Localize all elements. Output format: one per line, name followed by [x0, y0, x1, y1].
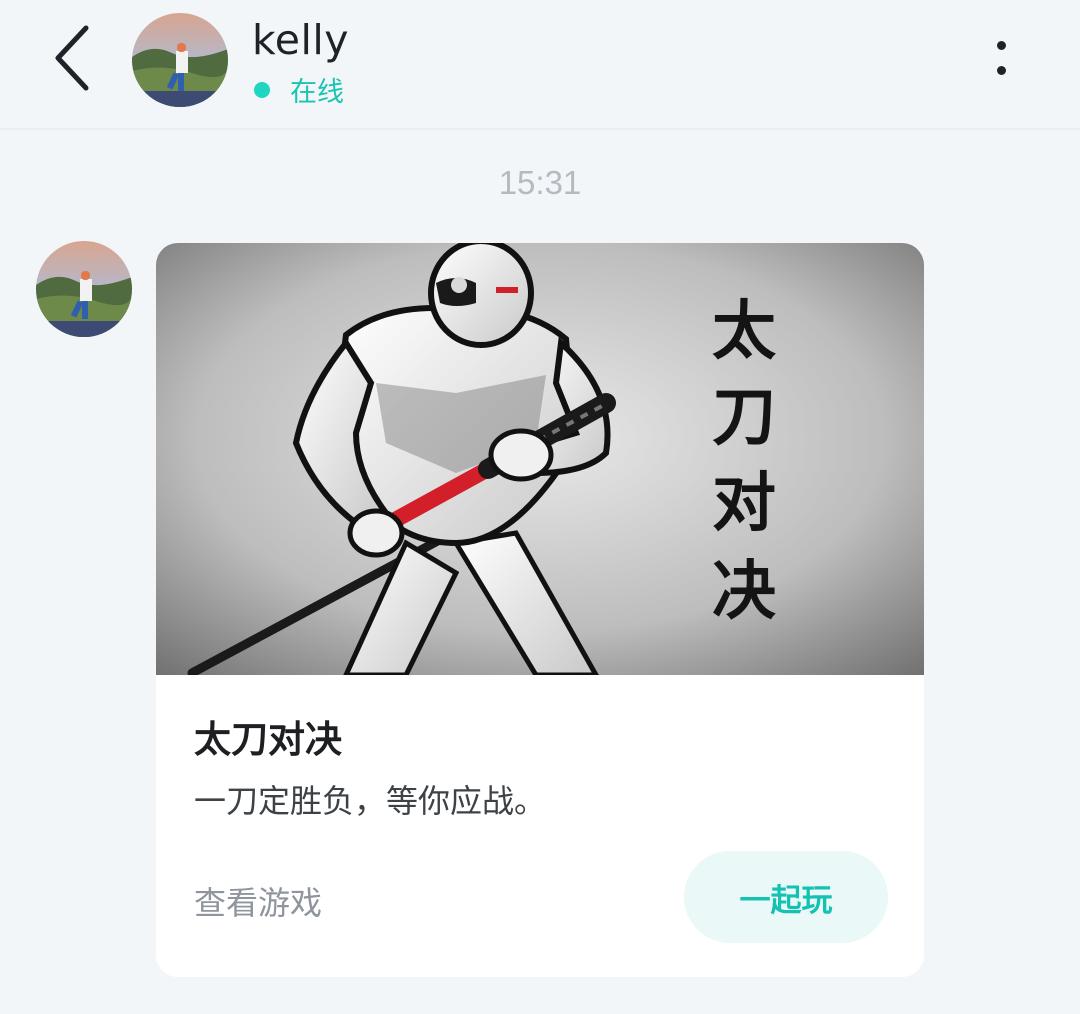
online-status: 在线	[252, 70, 344, 109]
game-title: 太刀对决	[194, 718, 342, 761]
contact-name: kelly	[252, 16, 350, 64]
more-options-button[interactable]	[978, 30, 1024, 86]
sender-avatar[interactable]	[36, 241, 132, 337]
back-button[interactable]	[40, 22, 104, 94]
status-text: 在线	[290, 77, 344, 108]
view-game-link[interactable]: 查看游戏	[194, 878, 322, 924]
chevron-left-icon	[55, 25, 89, 91]
online-dot-icon	[254, 81, 270, 98]
game-share-card[interactable]: 太 刀 对 决 太刀对决 一刀定胜负，等你应战。 查看游戏 一起玩	[156, 243, 924, 977]
calligraphy-char-1: 太	[712, 294, 776, 369]
message-timestamp: 15:31	[498, 164, 582, 201]
game-cover-image[interactable]: 太 刀 对 决	[156, 243, 924, 678]
game-description: 一刀定胜负，等你应战。	[194, 782, 547, 820]
more-vertical-icon-dot	[996, 66, 1006, 75]
contact-avatar[interactable]	[132, 13, 228, 107]
calligraphy-char-2: 刀	[712, 380, 776, 455]
calligraphy-char-3: 对	[712, 466, 776, 541]
calligraphy-char-4: 决	[712, 554, 776, 629]
chat-header: kelly 在线	[0, 0, 1080, 130]
play-together-button[interactable]: 一起玩	[684, 851, 888, 943]
more-vertical-icon	[996, 41, 1006, 50]
